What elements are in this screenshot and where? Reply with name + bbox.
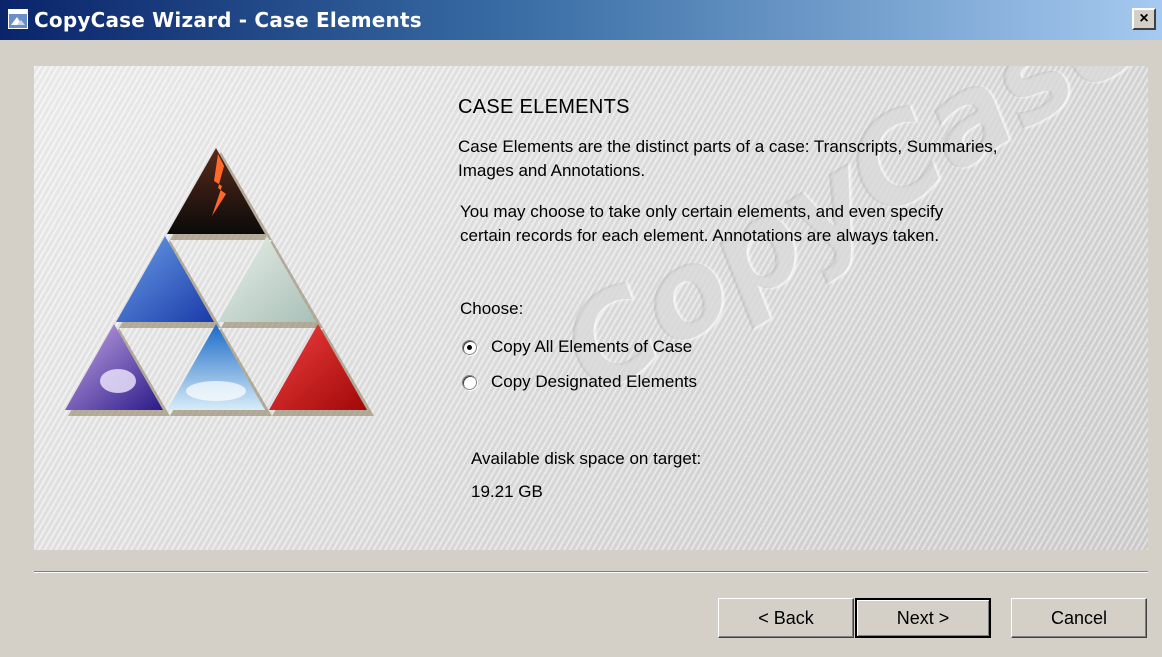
close-icon: × xyxy=(1139,10,1149,27)
next-button[interactable]: Next > xyxy=(855,598,991,638)
separator xyxy=(34,571,1148,573)
title-bar: CopyCase Wizard - Case Elements × xyxy=(0,0,1162,40)
choose-label: Choose: xyxy=(460,299,524,318)
window-title: CopyCase Wizard - Case Elements xyxy=(34,8,422,32)
description-line-1: Case Elements are the distinct parts of … xyxy=(458,137,998,156)
close-button[interactable]: × xyxy=(1132,8,1156,30)
option-copy-all-label[interactable]: Copy All Elements of Case xyxy=(491,336,692,358)
description-line-2: Images and Annotations. xyxy=(458,161,646,180)
option-copy-all[interactable]: Copy All Elements of Case xyxy=(462,336,692,358)
description-line-4: certain records for each element. Annota… xyxy=(460,226,940,245)
disk-space-label: Available disk space on target: xyxy=(471,449,702,468)
option-copy-designated-label[interactable]: Copy Designated Elements xyxy=(491,371,697,393)
description-line-3: You may choose to take only certain elem… xyxy=(460,202,944,221)
cancel-button[interactable]: Cancel xyxy=(1011,598,1147,638)
back-button[interactable]: < Back xyxy=(718,598,854,638)
wizard-panel: CopyCase CASE ELEMENTS Case Elements are… xyxy=(34,66,1148,550)
disk-space-value: 19.21 GB xyxy=(471,482,543,501)
radio-copy-all[interactable] xyxy=(462,339,477,355)
option-copy-designated[interactable]: Copy Designated Elements xyxy=(462,371,697,393)
app-icon xyxy=(8,9,28,29)
radio-copy-designated[interactable] xyxy=(462,374,477,390)
copycase-triangle-logo-icon xyxy=(65,148,374,416)
section-heading: CASE ELEMENTS xyxy=(458,96,630,118)
